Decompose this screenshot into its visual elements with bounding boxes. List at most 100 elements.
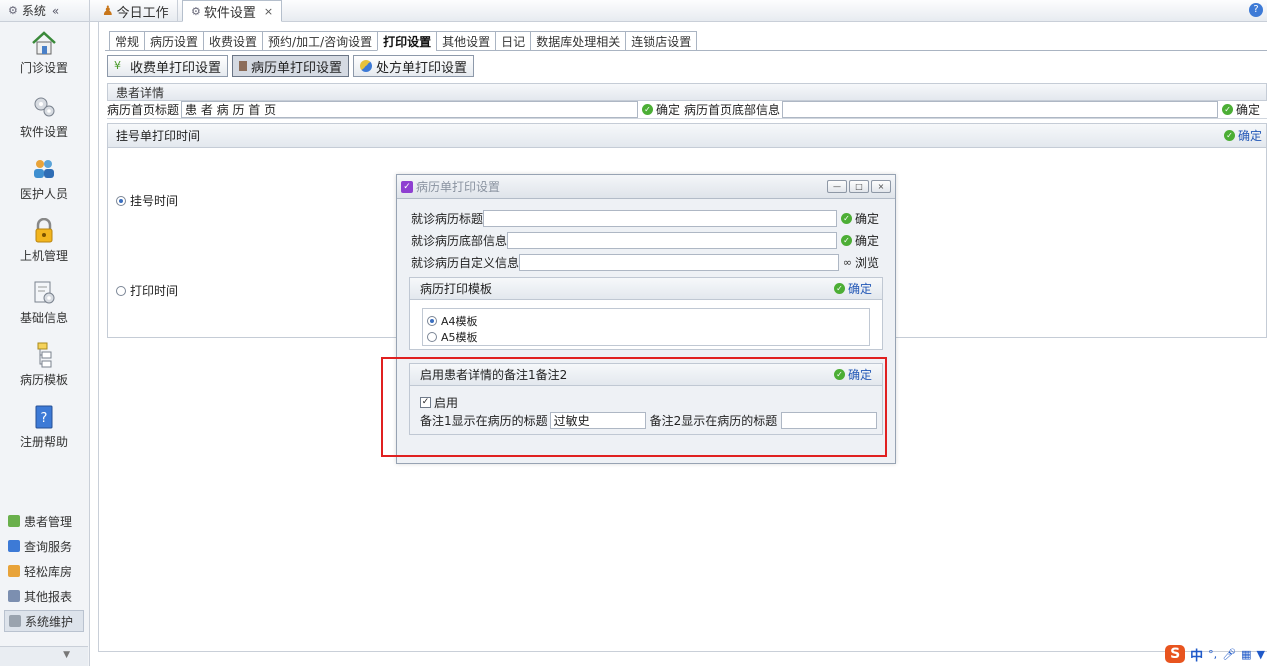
visit-record-footer-row: 就诊病历底部信息 ✓ 确定: [411, 231, 883, 249]
field-label: 就诊病历底部信息: [411, 233, 508, 248]
tab-charge-settings[interactable]: 收费设置: [203, 31, 263, 51]
sidebar-item-registration-help[interactable]: ? 注册帮助: [0, 404, 88, 462]
sidebar-item-record-templates[interactable]: 病历模板: [0, 342, 88, 400]
sidebar: ⚙ 系统 « 门诊设置 软件设置 医护人员 上机管理 基础信息 病历模板 ? 注…: [0, 0, 90, 666]
sidebar-header[interactable]: ⚙ 系统 «: [0, 0, 89, 22]
visit-record-custom-input[interactable]: [519, 253, 839, 271]
sidebar-item-basic-info[interactable]: 基础信息: [0, 280, 88, 338]
tab-appointment-settings[interactable]: 预约/加工/咨询设置: [262, 31, 378, 51]
record-title-input[interactable]: 患 者 病 历 首 页: [181, 101, 639, 118]
sidebar-item-other-reports[interactable]: 其他报表: [4, 585, 84, 607]
maximize-button[interactable]: □: [849, 180, 869, 193]
button-label: 确定: [854, 233, 879, 248]
radio-label: 打印时间: [130, 284, 179, 298]
sidebar-item-software-settings[interactable]: 软件设置: [0, 94, 88, 152]
check-icon: ✓: [1222, 104, 1234, 115]
radio-a5-template[interactable]: A5模板: [427, 329, 478, 345]
section-title: 挂号单打印时间: [116, 129, 201, 143]
tab-record-settings[interactable]: 病历设置: [144, 31, 204, 51]
button-label: 处方单打印设置: [376, 60, 468, 76]
record-footer-input[interactable]: [782, 101, 1219, 118]
browse-button[interactable]: ∞ 浏览: [843, 254, 879, 271]
tab-general[interactable]: 常规: [109, 31, 145, 51]
patients-icon: [8, 515, 20, 527]
record-title-confirm-button[interactable]: ✓ 确定: [642, 101, 680, 118]
sidebar-item-staff[interactable]: 医护人员: [0, 156, 88, 214]
record-print-settings-button[interactable]: 病历单打印设置: [232, 55, 350, 77]
sidebar-item-system-maintenance[interactable]: 系统维护: [4, 610, 84, 632]
ime-toolbar: S 中 °, 🎤︎ ▦ ▼: [1165, 644, 1267, 664]
tab-database[interactable]: 数据库处理相关: [530, 31, 626, 51]
button-label: 确定: [656, 103, 681, 117]
chevron-down-icon[interactable]: ▼: [63, 650, 70, 660]
sidebar-item-label: 上机管理: [19, 249, 68, 263]
visit-record-title-row: 就诊病历标题 ✓ 确定: [411, 209, 883, 227]
radio-dot: [427, 316, 437, 326]
button-label: 确定: [854, 211, 879, 226]
lock-icon: [35, 218, 53, 243]
keyboard-icon[interactable]: ▦: [1241, 648, 1251, 661]
close-button[interactable]: ×: [871, 180, 891, 193]
sidebar-item-query-service[interactable]: 查询服务: [4, 535, 84, 557]
charge-print-settings-button[interactable]: ¥ 收费单打印设置: [107, 55, 229, 77]
tab-diary[interactable]: 日记: [495, 31, 531, 51]
check-icon: ✓: [840, 212, 852, 224]
sidebar-item-label: 病历模板: [19, 373, 68, 387]
field-label: 就诊病历自定义信息: [411, 255, 520, 270]
check-icon: ✓: [840, 234, 852, 246]
sidebar-item-patient-management[interactable]: 患者管理: [4, 510, 84, 532]
radio-print-time[interactable]: 打印时间: [116, 282, 178, 299]
skin-icon[interactable]: ▼: [1257, 648, 1265, 661]
help-icon[interactable]: ?: [1249, 3, 1263, 17]
tab-chain-store[interactable]: 连锁店设置: [625, 31, 698, 51]
punctuation-toggle[interactable]: °,: [1208, 648, 1217, 661]
microphone-icon[interactable]: 🎤︎: [1222, 648, 1236, 661]
top-tab-bar: ♟ 今日工作 ⚙ 软件设置 × ?: [90, 0, 1267, 22]
collapse-icon[interactable]: «: [52, 4, 59, 18]
visit-record-footer-input[interactable]: [507, 231, 837, 249]
ime-mode-toggle[interactable]: 中: [1190, 645, 1203, 664]
close-icon[interactable]: ×: [264, 5, 273, 18]
record-footer-confirm-button[interactable]: ✓ 确定: [1222, 101, 1260, 118]
sidebar-footer[interactable]: ▼: [0, 646, 88, 666]
record-footer-label: 病历首页底部信息: [684, 103, 781, 117]
minimize-button[interactable]: —: [827, 180, 847, 193]
maintenance-icon: [9, 615, 21, 627]
record-title-row: 病历首页标题 患 者 病 历 首 页 ✓ 确定 病历首页底部信息 ✓ 确定: [107, 101, 1267, 119]
dialog-title-bar[interactable]: ✓ 病历单打印设置 — □ ×: [397, 175, 895, 199]
section-title: 病历打印模板: [420, 282, 493, 296]
radio-a4-template[interactable]: A4模板: [427, 313, 478, 329]
sidebar-item-label: 注册帮助: [19, 435, 68, 449]
tab-software-settings[interactable]: ⚙ 软件设置 ×: [182, 0, 283, 22]
settings-doc-icon: [34, 281, 55, 304]
sogou-ime-icon[interactable]: S: [1165, 645, 1186, 663]
prescription-print-settings-button[interactable]: 处方单打印设置: [353, 55, 475, 77]
check-icon: ✓: [833, 283, 845, 294]
tab-today-work[interactable]: ♟ 今日工作: [94, 0, 178, 22]
button-label: 病历单打印设置: [251, 60, 343, 76]
sidebar-item-login-management[interactable]: 上机管理: [0, 218, 88, 276]
radio-label: 挂号时间: [130, 194, 179, 208]
template-confirm-button[interactable]: ✓ 确定: [833, 280, 872, 297]
sidebar-item-warehouse[interactable]: 轻松库房: [4, 560, 84, 582]
tab-print-settings[interactable]: 打印设置: [377, 31, 437, 51]
visit-record-title-input[interactable]: [483, 209, 837, 227]
gear-icon: ⚙: [8, 4, 18, 17]
person-icon: ♟: [102, 3, 114, 19]
tree-icon: [37, 342, 52, 368]
pill-icon: [360, 60, 373, 72]
registration-confirm-button[interactable]: ✓ 确定: [1223, 127, 1262, 144]
sidebar-item-clinic-settings[interactable]: 门诊设置: [0, 30, 88, 88]
button-label: 收费单打印设置: [130, 60, 222, 76]
record-icon: [239, 61, 248, 71]
yen-icon: ¥: [114, 59, 121, 72]
dialog-title: 病历单打印设置: [416, 180, 501, 194]
visit-record-title-confirm-button[interactable]: ✓ 确定: [840, 210, 879, 227]
sidebar-item-label: 系统维护: [25, 614, 74, 629]
tab-other-settings[interactable]: 其他设置: [436, 31, 496, 51]
radio-registration-time[interactable]: 挂号时间: [116, 192, 178, 209]
visit-record-footer-confirm-button[interactable]: ✓ 确定: [840, 232, 879, 249]
sidebar-item-label: 软件设置: [19, 125, 68, 139]
radio-dot: [116, 285, 126, 296]
button-label: 确定: [1237, 129, 1262, 143]
